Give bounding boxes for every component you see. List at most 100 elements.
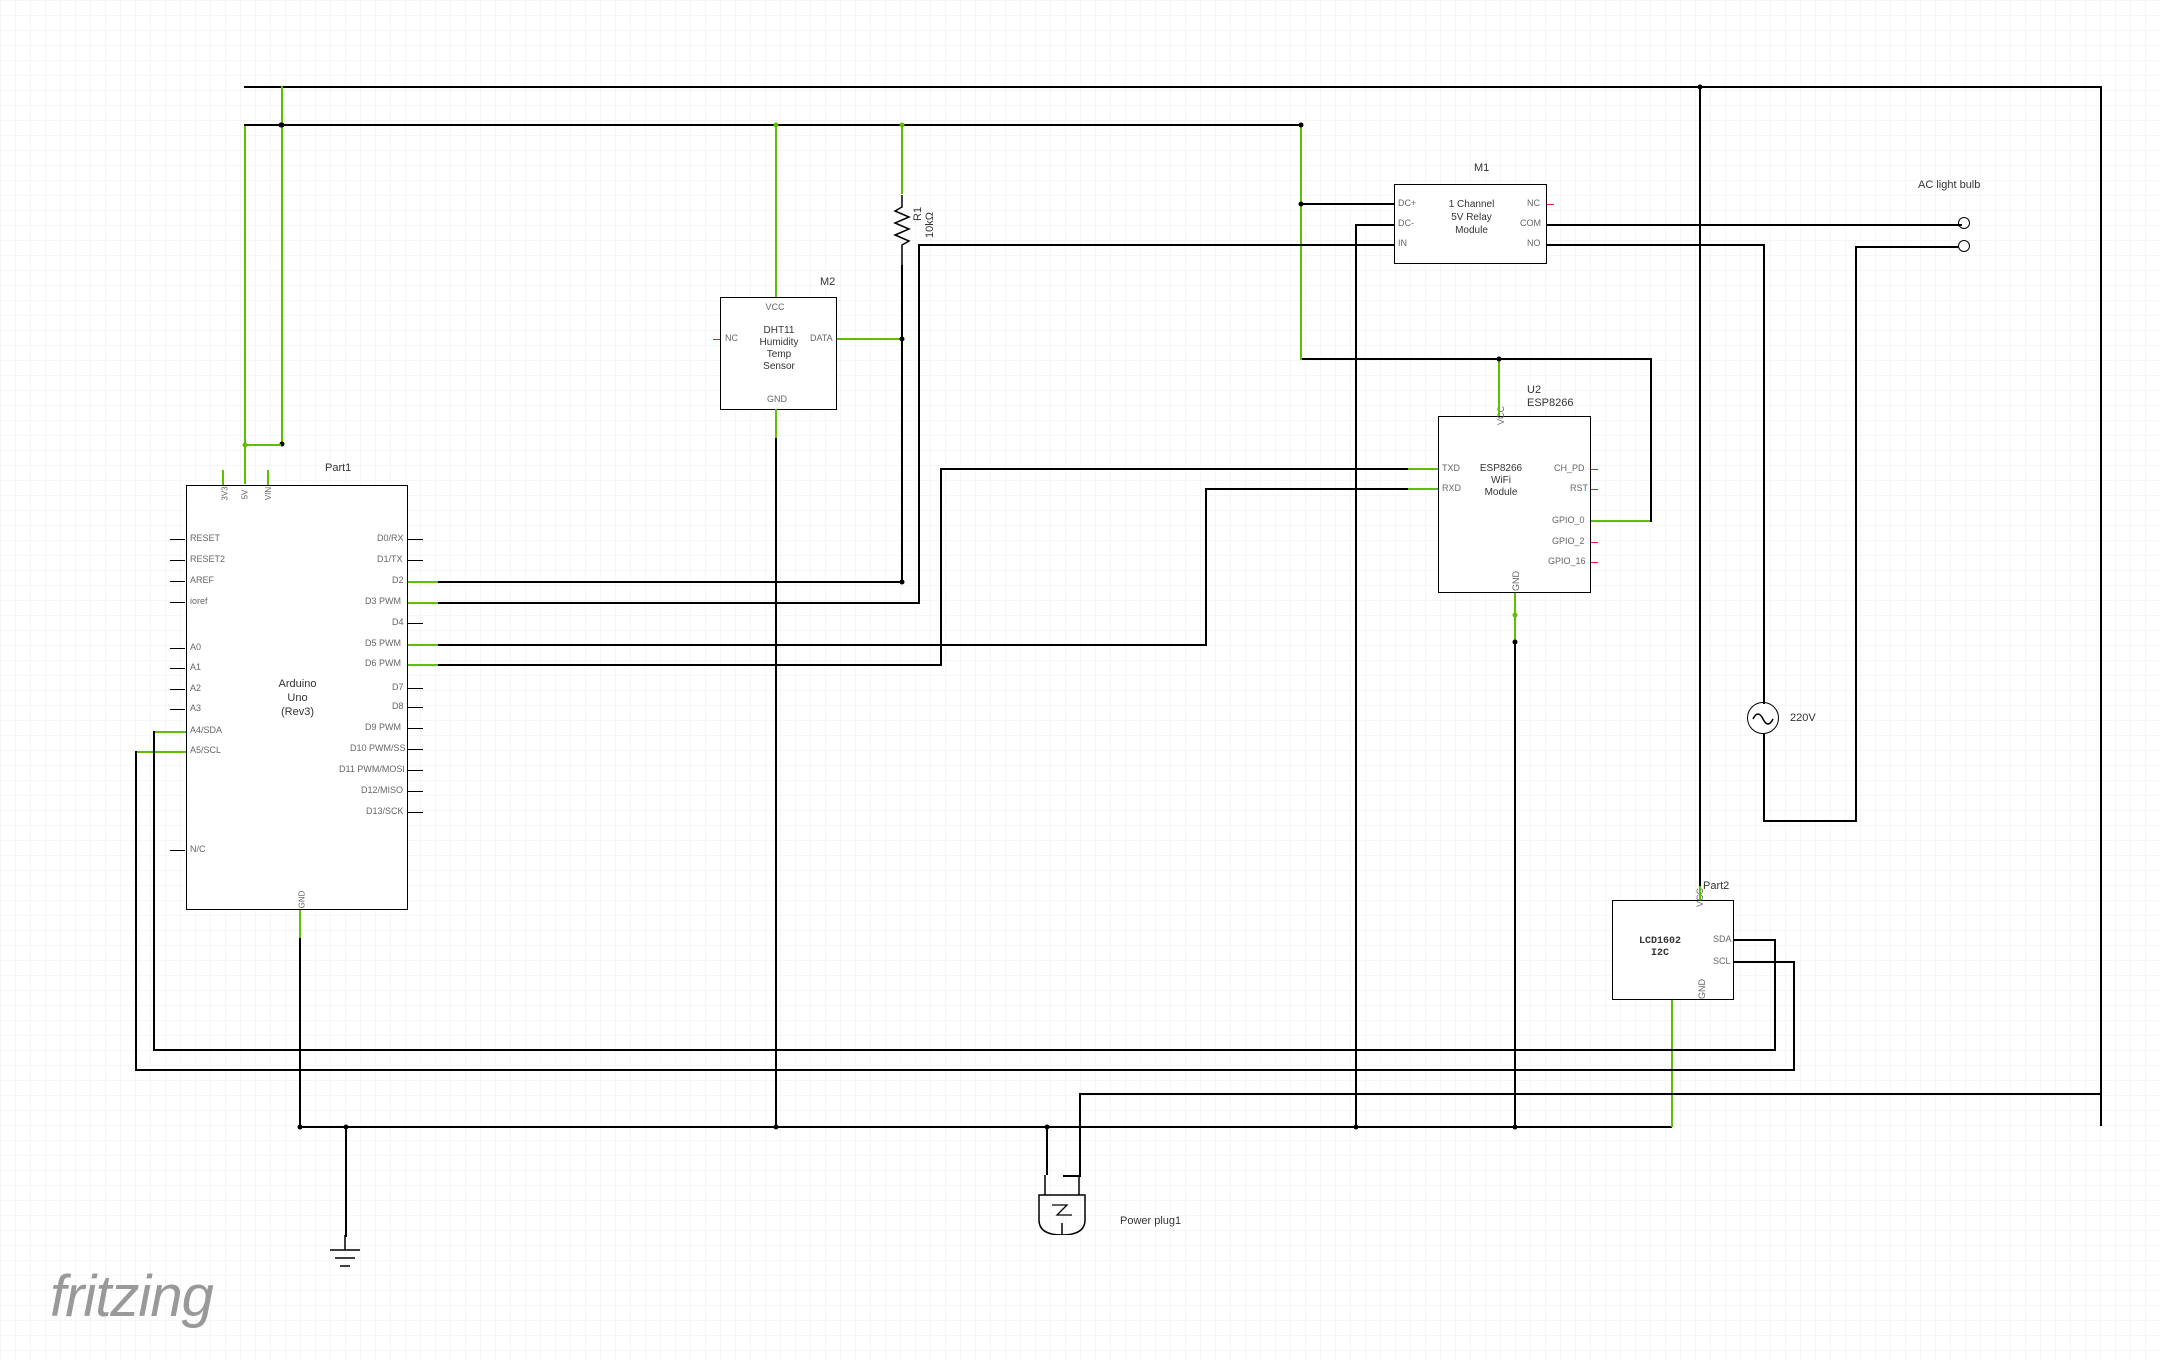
wire	[345, 1126, 347, 1237]
wire	[775, 124, 777, 297]
wire	[408, 602, 438, 604]
resistor-r1	[892, 195, 912, 265]
wire	[438, 664, 940, 666]
wire	[1734, 939, 1775, 941]
esp-gnd: GND	[1511, 571, 1521, 591]
wire	[1355, 224, 1395, 226]
wire	[1699, 886, 1701, 900]
wire	[299, 1126, 1672, 1128]
pin-a1: A1	[190, 662, 201, 672]
arduino-name: ArduinoUno(Rev3)	[250, 677, 345, 719]
esp-txd: TXD	[1442, 463, 1460, 473]
relay-dcm: DC-	[1398, 218, 1414, 228]
bulb-label: AC light bulb	[1918, 179, 1980, 191]
wire	[244, 124, 246, 484]
pin-nc: N/C	[190, 844, 206, 854]
wire	[1855, 246, 1959, 248]
esp-rst: RST	[1570, 483, 1588, 493]
wire	[1046, 1126, 1048, 1175]
wire	[1793, 961, 1795, 1071]
wire	[1547, 224, 1962, 226]
pin-3v3: 3V3	[221, 486, 230, 500]
esp-chpd: CH_PD	[1554, 463, 1585, 473]
arduino-ref: Part1	[325, 462, 351, 474]
wire	[901, 124, 903, 194]
pin-a5: A5/SCL	[190, 745, 221, 755]
wire	[1498, 358, 1650, 360]
esp-gpio0: GPIO_0	[1552, 515, 1585, 525]
wire	[1408, 468, 1438, 470]
ac-label: 220V	[1790, 712, 1816, 724]
relay-nc: NC	[1527, 198, 1540, 208]
wire	[1671, 1000, 1673, 1127]
pin-a4: A4/SDA	[190, 725, 222, 735]
pin-d9: D9 PWM	[365, 722, 401, 732]
ac-source	[1747, 702, 1779, 734]
wire	[408, 644, 438, 646]
relay-com: COM	[1520, 218, 1541, 228]
pin-d11: D11 PWM/MOSI	[339, 764, 405, 774]
wire	[281, 86, 283, 446]
pin-vin: VIN	[264, 487, 273, 500]
wire	[135, 751, 137, 1070]
pin-gnd-bot: GND	[297, 891, 306, 909]
wire	[1079, 1093, 2102, 1095]
lcd-ref: Part2	[1703, 880, 1729, 892]
wire	[1205, 488, 1409, 490]
wire	[408, 664, 438, 666]
relay-no: NO	[1527, 238, 1541, 248]
esp-name: ESP8266WiFiModule	[1466, 463, 1536, 499]
wire	[940, 468, 1408, 470]
relay-name: 1 Channel5V RelayModule	[1424, 198, 1519, 237]
wire	[1498, 358, 1500, 416]
pin-d2: D2	[392, 575, 404, 585]
wire	[1300, 203, 1395, 205]
pin-d0: D0/RX	[377, 533, 404, 543]
wire	[1300, 124, 1302, 204]
esp-rxd: RXD	[1442, 483, 1461, 493]
r1-val: 10kΩ	[924, 212, 936, 238]
relay-in: IN	[1398, 238, 1407, 248]
esp-gpio2: GPIO_2	[1552, 536, 1585, 546]
pin-d10: D10 PWM/SS	[350, 743, 406, 753]
wire	[1763, 820, 1856, 822]
wire	[1763, 734, 1765, 820]
wire	[1763, 244, 1765, 704]
wire	[408, 581, 438, 583]
schematic: Part1 ArduinoUno(Rev3) RESET RESET2 AREF…	[0, 0, 2160, 1360]
wire	[438, 644, 1206, 646]
pin-d1: D1/TX	[377, 554, 403, 564]
pin-5v: 5V	[240, 490, 249, 500]
wire	[1699, 86, 2101, 88]
relay-ref: M1	[1474, 162, 1489, 174]
wire	[267, 470, 269, 485]
pin-a0: A0	[190, 642, 201, 652]
pin-d8: D8	[392, 701, 404, 711]
pin-d4: D4	[392, 617, 404, 627]
wire	[2100, 86, 2102, 1126]
wire	[1591, 520, 1651, 522]
esp-sub: ESP8266	[1527, 397, 1573, 409]
dht-nc: NC	[725, 333, 738, 343]
wire	[1699, 86, 1701, 888]
relay-dcp: DC+	[1398, 198, 1416, 208]
wire	[153, 731, 155, 1050]
wire	[299, 938, 301, 1128]
esp-ref: U2	[1527, 384, 1541, 396]
wire	[438, 602, 918, 604]
esp-box	[1438, 416, 1591, 593]
pin-reset2: RESET2	[190, 554, 225, 564]
wire	[918, 244, 920, 604]
wire	[1855, 246, 1857, 822]
lcd-scl: SCL	[1713, 956, 1731, 966]
pin-aref: AREF	[190, 575, 214, 585]
wire	[1514, 641, 1516, 1127]
pin-d13: D13/SCK	[366, 806, 404, 816]
wire	[244, 124, 1301, 126]
wire	[1408, 488, 1438, 490]
pin-d12: D12/MISO	[361, 785, 403, 795]
wire	[299, 910, 301, 940]
wire	[1300, 358, 1499, 360]
wire	[1355, 224, 1357, 1127]
pin-ioref: ioref	[190, 596, 208, 606]
